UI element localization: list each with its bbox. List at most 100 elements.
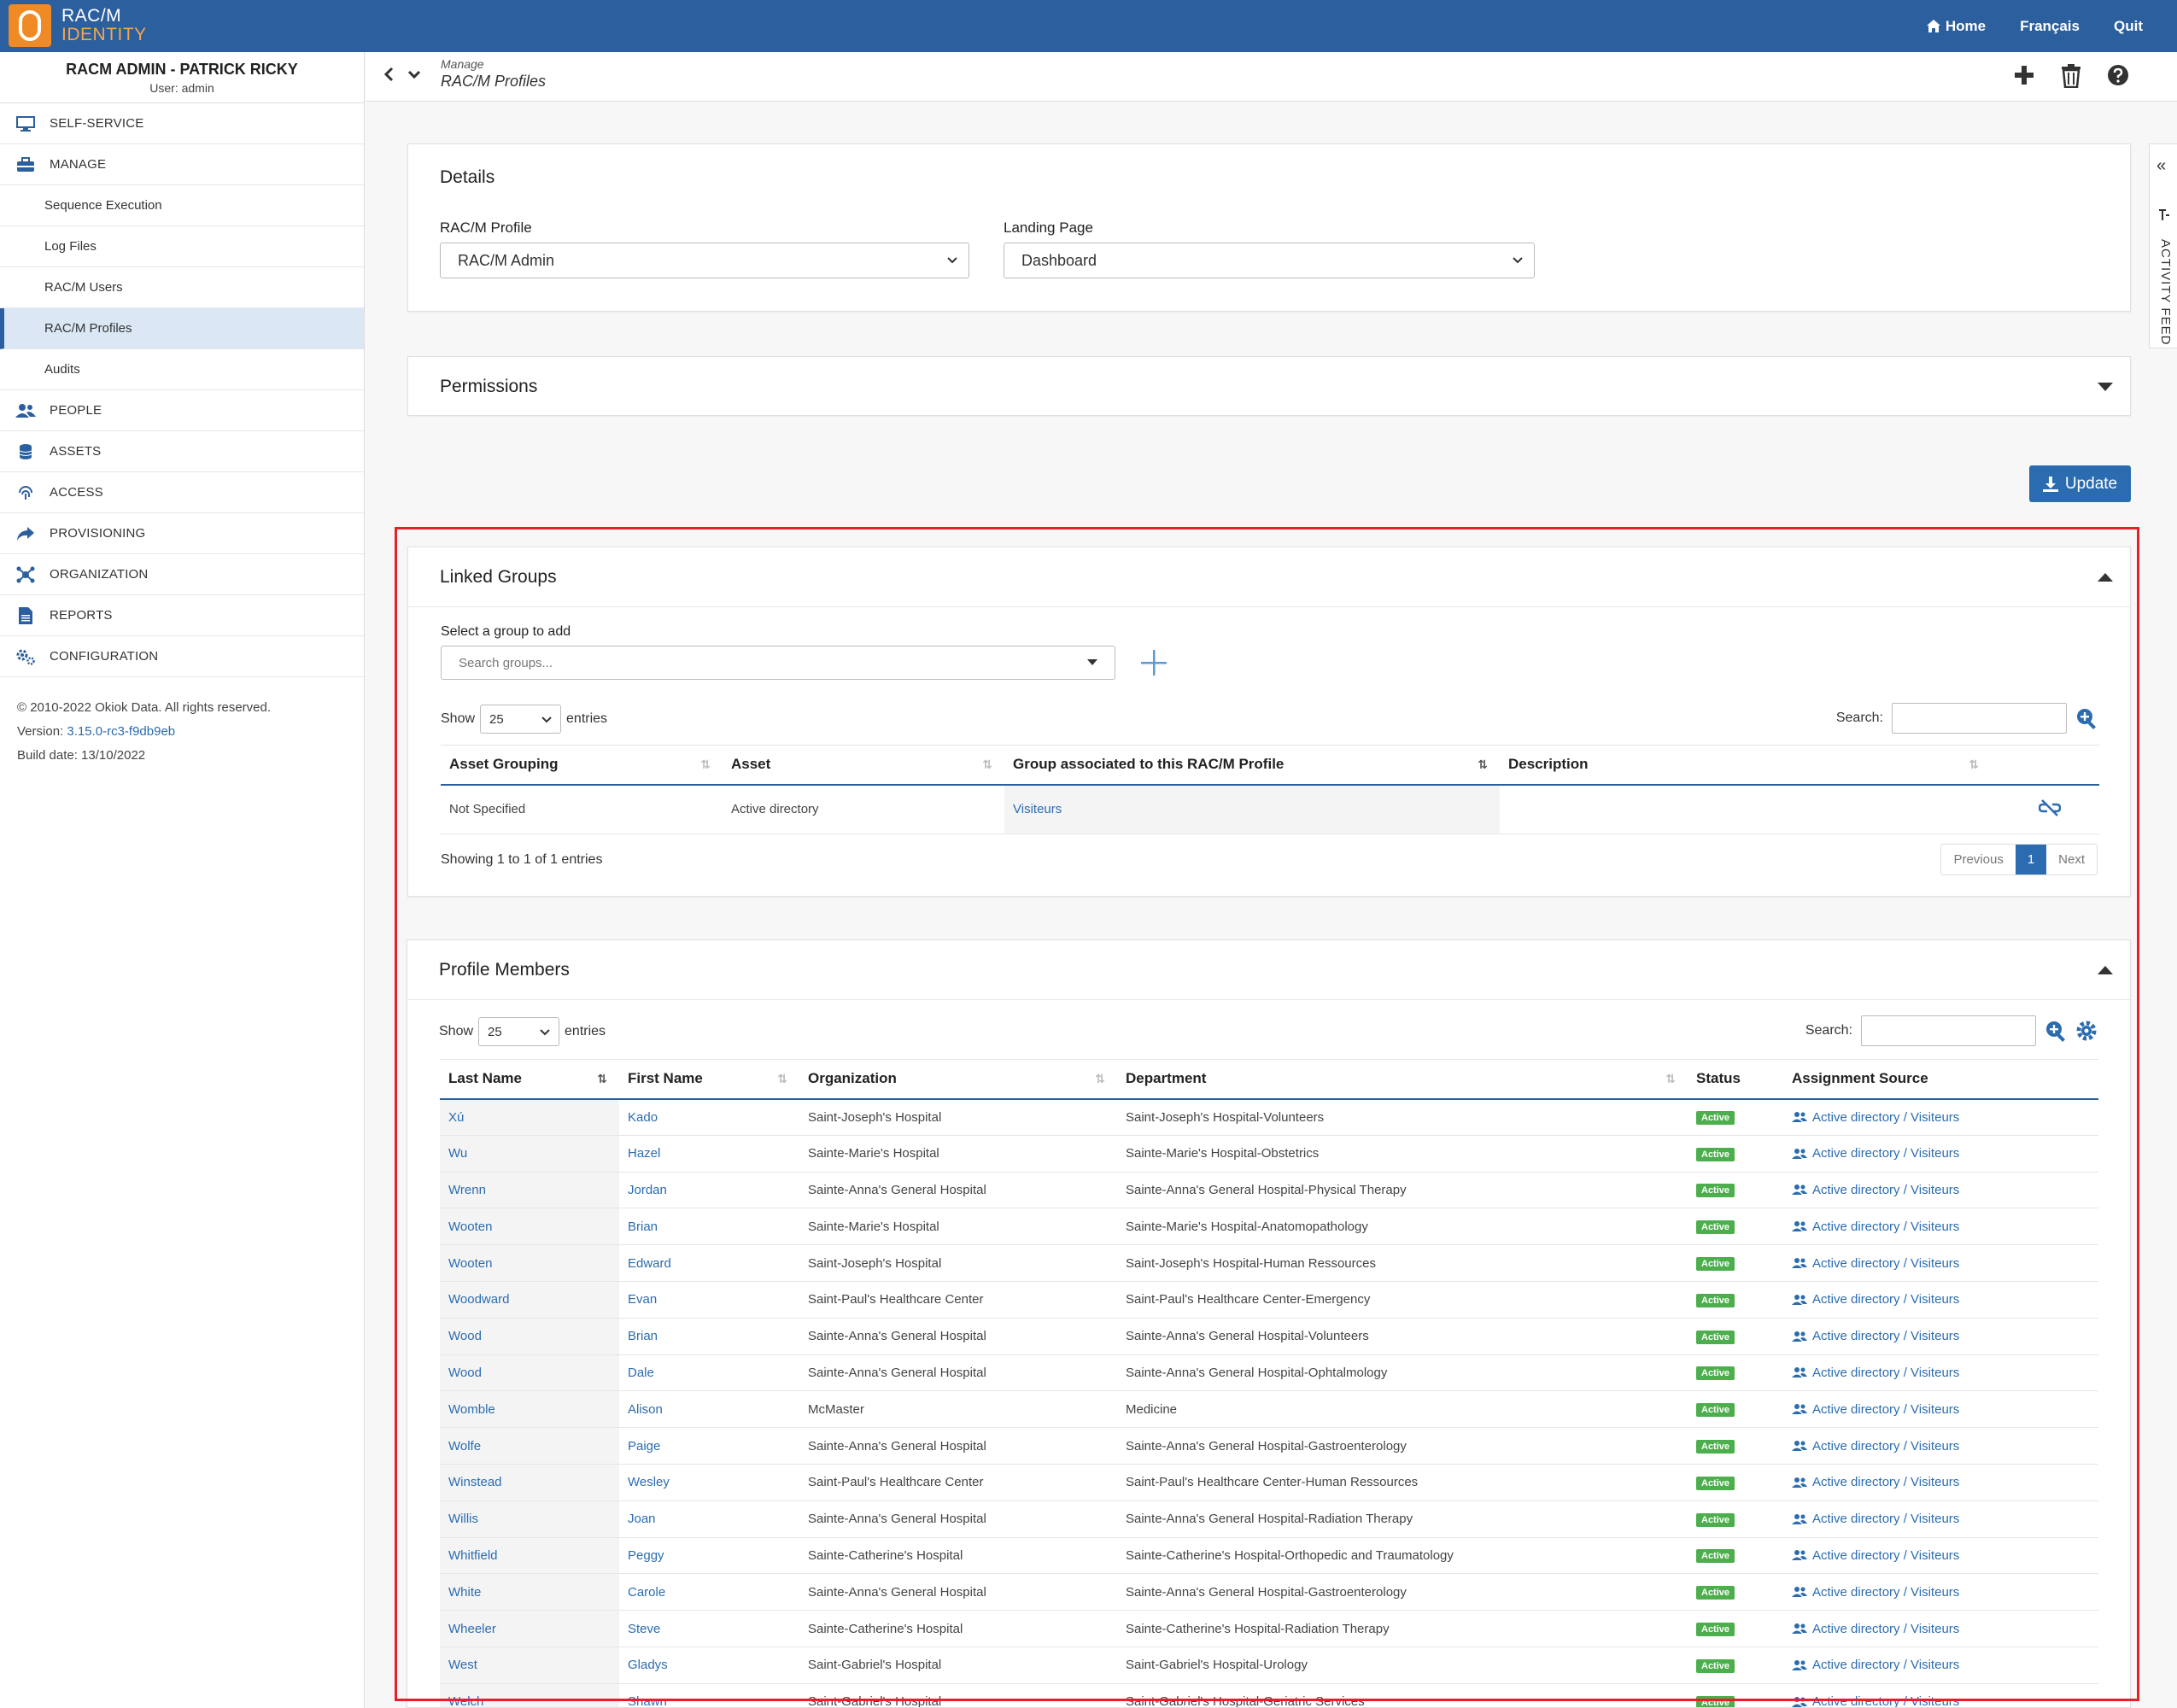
column-header-group[interactable]: Group associated to this RAC/M Profile ⇅ — [1004, 745, 1500, 786]
last-name-link[interactable]: Wu — [440, 1135, 619, 1173]
first-name-link[interactable]: Gladys — [619, 1647, 799, 1684]
assignment-source-link[interactable]: Active directory / Visiteurs — [1792, 1256, 2098, 1271]
previous-button[interactable]: Previous — [1941, 845, 2015, 874]
trash-icon[interactable] — [2061, 64, 2081, 88]
first-name-link[interactable]: Joan — [619, 1500, 799, 1538]
last-name-link[interactable]: Wood — [440, 1354, 619, 1392]
group-link[interactable]: Visiteurs — [1004, 784, 1500, 834]
entries-select[interactable]: 25 — [478, 1017, 560, 1046]
search-plus-icon[interactable] — [2045, 1020, 2067, 1042]
assignment-source-link[interactable]: Active directory / Visiteurs — [1792, 1220, 2098, 1234]
assignment-source-link[interactable]: Active directory / Visiteurs — [1792, 1548, 2098, 1563]
version-link[interactable]: 3.15.0-rc3-f9db9eb — [67, 724, 175, 739]
column-header-first-name[interactable]: First Name ⇅ — [619, 1059, 799, 1100]
chevron-left-icon[interactable] — [383, 66, 395, 83]
members-search-input[interactable] — [1861, 1015, 2036, 1046]
sidebar-item-racm-profiles[interactable]: RAC/M Profiles — [0, 308, 364, 349]
assignment-source-link[interactable]: Active directory / Visiteurs — [1792, 1475, 2098, 1489]
last-name-link[interactable]: Wolfe — [440, 1427, 619, 1465]
next-button[interactable]: Next — [2046, 845, 2097, 874]
double-chevron-left-icon[interactable]: « — [2157, 156, 2166, 176]
sidebar-item-sequence-execution[interactable]: Sequence Execution — [0, 185, 364, 226]
first-name-link[interactable]: Dale — [619, 1354, 799, 1392]
assignment-source-link[interactable]: Active directory / Visiteurs — [1792, 1622, 2098, 1636]
first-name-link[interactable]: Brian — [619, 1318, 799, 1355]
sidebar-item-assets[interactable]: ASSETS — [0, 431, 364, 472]
sidebar-item-racm-users[interactable]: RAC/M Users — [0, 267, 364, 308]
search-plus-icon[interactable] — [2075, 707, 2098, 729]
sidebar-item-manage[interactable]: MANAGE — [0, 144, 364, 185]
last-name-link[interactable]: Welch — [440, 1683, 619, 1707]
last-name-link[interactable]: Wooten — [440, 1244, 619, 1282]
profile-select[interactable]: RAC/M Admin — [440, 243, 969, 278]
assignment-source-link[interactable]: Active directory / Visiteurs — [1792, 1585, 2098, 1600]
last-name-link[interactable]: Womble — [440, 1390, 619, 1429]
last-name-link[interactable]: Wrenn — [440, 1172, 619, 1209]
column-header-organization[interactable]: Organization ⇅ — [799, 1059, 1117, 1100]
group-search-select[interactable]: Search groups... — [441, 646, 1115, 680]
update-button[interactable]: Update — [2029, 465, 2131, 502]
entries-select[interactable]: 25 — [480, 705, 562, 734]
last-name-link[interactable]: Wood — [440, 1318, 619, 1355]
column-header-department[interactable]: Department ⇅ — [1117, 1059, 1688, 1100]
first-name-link[interactable]: Hazel — [619, 1135, 799, 1173]
home-link[interactable]: Home — [1926, 18, 1986, 35]
chevron-down-icon[interactable] — [407, 66, 422, 83]
first-name-link[interactable]: Wesley — [619, 1464, 799, 1501]
column-header-assignment-source[interactable]: Assignment Source — [1783, 1059, 2098, 1100]
last-name-link[interactable]: Woodward — [440, 1281, 619, 1319]
assignment-source-link[interactable]: Active directory / Visiteurs — [1792, 1402, 2098, 1417]
first-name-link[interactable]: Alison — [619, 1390, 799, 1429]
assignment-source-link[interactable]: Active directory / Visiteurs — [1792, 1512, 2098, 1526]
app-logo[interactable]: RAC/M IDENTITY — [9, 3, 147, 48]
sidebar-item-self-service[interactable]: SELF-SERVICE — [0, 103, 364, 144]
unlink-icon[interactable] — [2038, 798, 2061, 817]
add-group-button[interactable] — [1139, 648, 1168, 677]
last-name-link[interactable]: Xú — [440, 1098, 619, 1136]
first-name-link[interactable]: Steve — [619, 1610, 799, 1647]
breadcrumb-parent[interactable]: Manage — [441, 57, 546, 71]
first-name-link[interactable]: Edward — [619, 1244, 799, 1282]
sidebar-item-people[interactable]: PEOPLE — [0, 390, 364, 431]
plus-icon[interactable] — [2013, 64, 2035, 86]
help-icon[interactable] — [2107, 64, 2129, 86]
sidebar-item-log-files[interactable]: Log Files — [0, 226, 364, 267]
assignment-source-link[interactable]: Active directory / Visiteurs — [1792, 1658, 2098, 1672]
assignment-source-link[interactable]: Active directory / Visiteurs — [1792, 1110, 2098, 1125]
assignment-source-link[interactable]: Active directory / Visiteurs — [1792, 1366, 2098, 1380]
gear-icon[interactable] — [2075, 1020, 2098, 1042]
sidebar-item-reports[interactable]: REPORTS — [0, 595, 364, 636]
column-header-asset[interactable]: Asset ⇅ — [723, 745, 1004, 786]
column-header-last-name[interactable]: Last Name ⇅ — [440, 1059, 619, 1100]
last-name-link[interactable]: Whitfield — [440, 1537, 619, 1575]
landing-select[interactable]: Dashboard — [1004, 243, 1535, 278]
activity-feed-label[interactable]: ACTIVITY FEED — [2158, 239, 2173, 453]
column-header-asset-grouping[interactable]: Asset Grouping ⇅ — [441, 745, 723, 786]
caret-down-icon[interactable] — [2098, 383, 2113, 391]
last-name-link[interactable]: White — [440, 1573, 619, 1611]
caret-up-icon[interactable] — [2098, 573, 2113, 582]
first-name-link[interactable]: Shawn — [619, 1683, 799, 1707]
sidebar-item-configuration[interactable]: CONFIGURATION — [0, 636, 364, 677]
assignment-source-link[interactable]: Active directory / Visiteurs — [1792, 1146, 2098, 1161]
first-name-link[interactable]: Jordan — [619, 1172, 799, 1209]
assignment-source-link[interactable]: Active directory / Visiteurs — [1792, 1292, 2098, 1307]
first-name-link[interactable]: Brian — [619, 1208, 799, 1246]
last-name-link[interactable]: Willis — [440, 1500, 619, 1538]
assignment-source-link[interactable]: Active directory / Visiteurs — [1792, 1439, 2098, 1454]
page-button-1[interactable]: 1 — [2015, 845, 2047, 874]
assignment-source-link[interactable]: Active directory / Visiteurs — [1792, 1183, 2098, 1197]
sidebar-item-provisioning[interactable]: PROVISIONING — [0, 513, 364, 554]
first-name-link[interactable]: Peggy — [619, 1537, 799, 1575]
column-header-description[interactable]: Description ⇅ — [1500, 745, 1991, 786]
assignment-source-link[interactable]: Active directory / Visiteurs — [1792, 1694, 2098, 1707]
first-name-link[interactable]: Evan — [619, 1281, 799, 1319]
column-header-status[interactable]: Status — [1688, 1059, 1783, 1100]
sidebar-item-organization[interactable]: ORGANIZATION — [0, 554, 364, 595]
sidebar-item-access[interactable]: ACCESS — [0, 472, 364, 513]
last-name-link[interactable]: Winstead — [440, 1464, 619, 1501]
last-name-link[interactable]: Wheeler — [440, 1610, 619, 1647]
caret-up-icon[interactable] — [2098, 966, 2113, 974]
last-name-link[interactable]: Wooten — [440, 1208, 619, 1246]
first-name-link[interactable]: Paige — [619, 1427, 799, 1465]
